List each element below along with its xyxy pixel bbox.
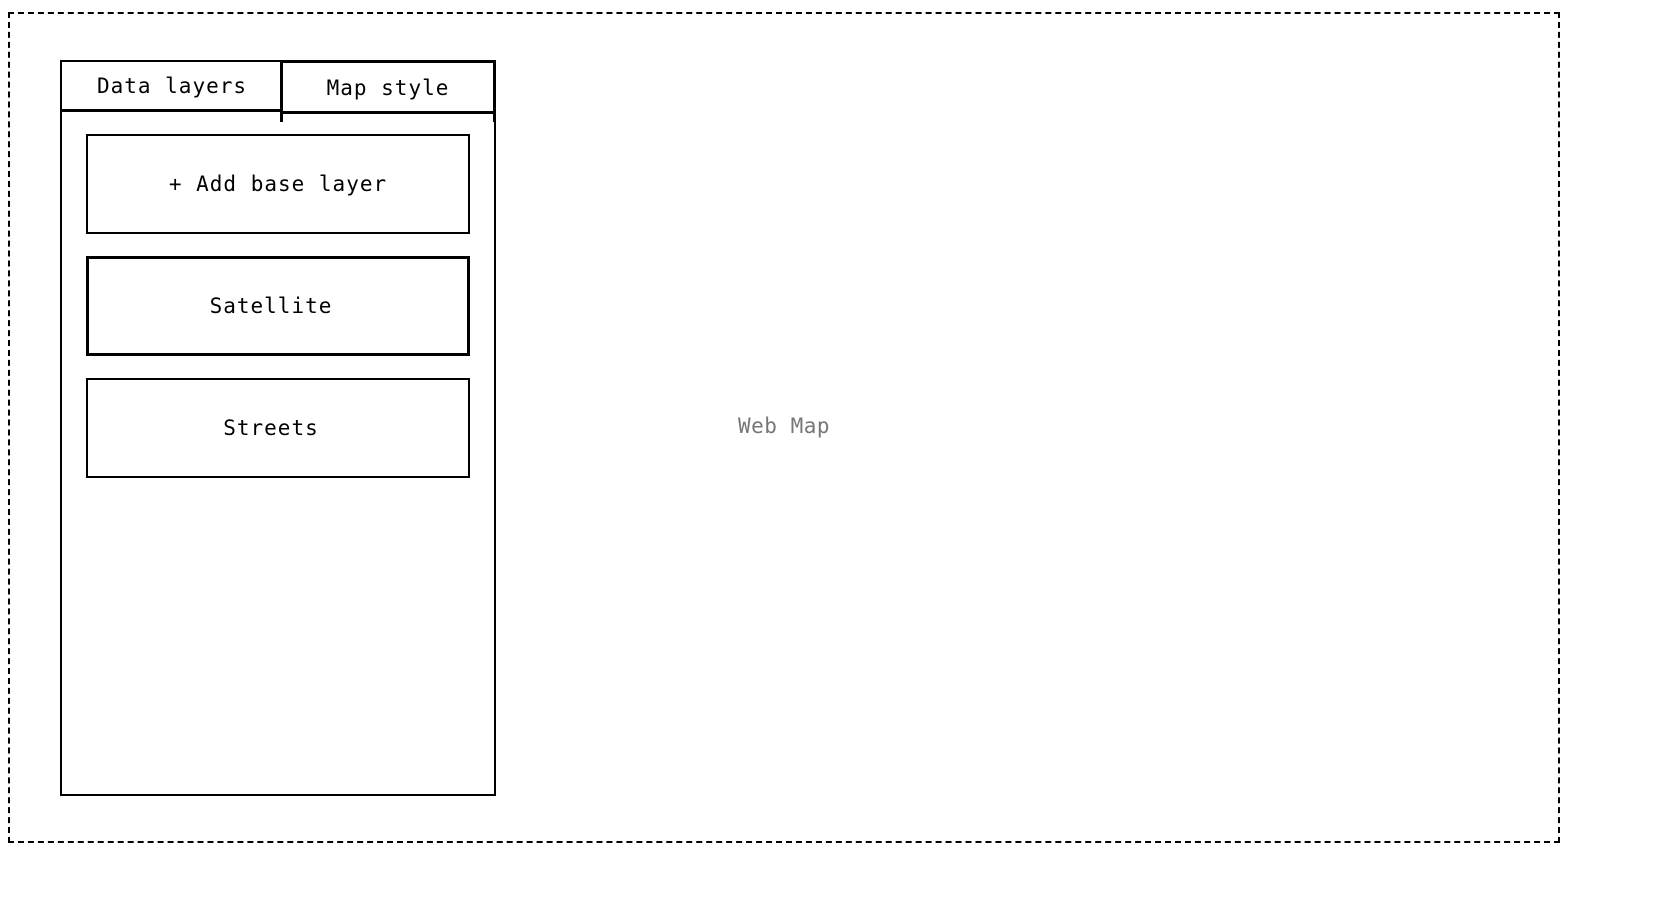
base-layer-satellite-label: Satellite xyxy=(209,294,333,318)
base-layer-streets-label: Streets xyxy=(223,416,319,440)
tab-map-style[interactable]: Map style xyxy=(280,60,496,122)
base-layer-satellite[interactable]: Satellite xyxy=(86,256,470,356)
add-base-layer-label: + Add base layer xyxy=(168,172,388,196)
base-layer-streets[interactable]: Streets xyxy=(86,378,470,478)
tab-data-layers[interactable]: Data layers xyxy=(60,60,284,111)
tab-map-style-label: Map style xyxy=(326,76,450,100)
add-base-layer-button[interactable]: + Add base layer xyxy=(86,134,470,234)
map-placeholder-label: Web Map xyxy=(738,414,831,438)
tab-data-layers-label: Data layers xyxy=(96,73,248,98)
